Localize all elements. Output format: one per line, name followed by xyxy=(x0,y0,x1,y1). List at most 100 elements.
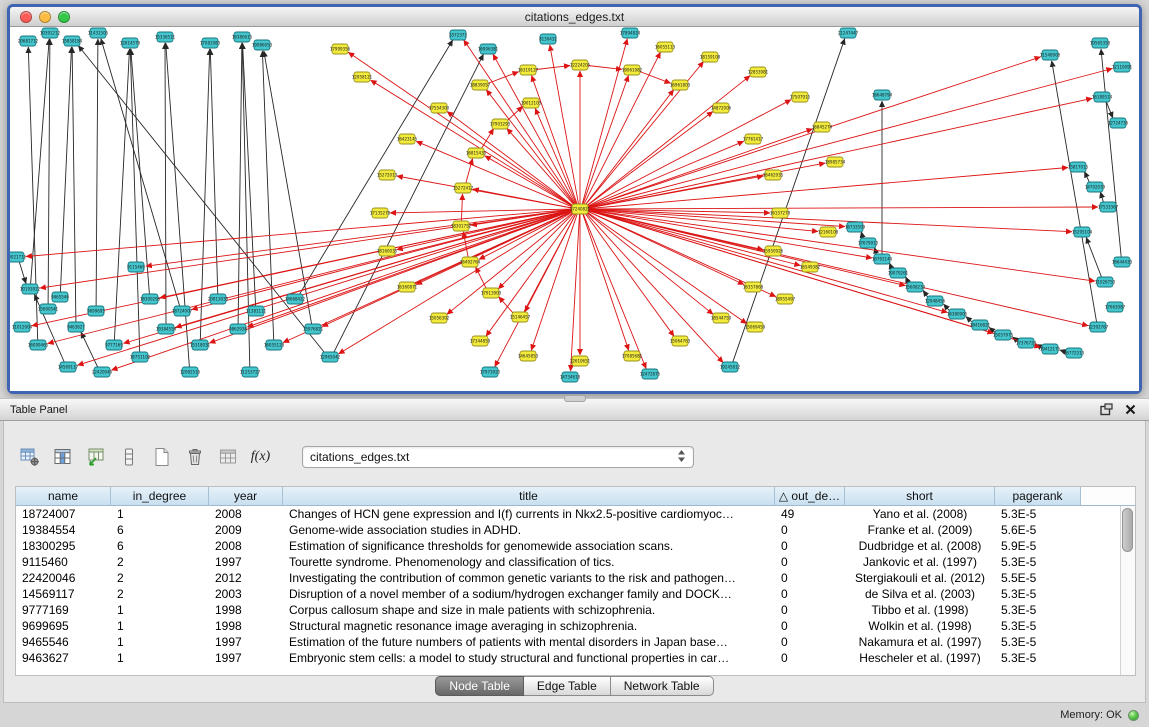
cell-title[interactable]: Tourette syndrome. Phenomenology and cla… xyxy=(283,554,775,570)
cell-title[interactable]: Investigating the contribution of common… xyxy=(283,570,775,586)
cell-short[interactable]: Yano et al. (2008) xyxy=(845,506,995,522)
graph-node[interactable]: 21247447 xyxy=(838,28,859,38)
column-header-year[interactable]: year xyxy=(209,487,283,506)
graph-node[interactable]: 15056302 xyxy=(429,313,450,323)
graph-node[interactable]: 18301752 xyxy=(451,221,472,231)
select-columns-button[interactable] xyxy=(49,445,76,470)
graph-node[interactable]: 18955497 xyxy=(775,294,796,304)
cell-name[interactable]: 9463627 xyxy=(16,650,111,666)
cell-out_degree[interactable]: 0 xyxy=(775,634,845,650)
cell-short[interactable]: Hescheler et al. (1997) xyxy=(845,650,995,666)
cell-year[interactable]: 1997 xyxy=(209,634,283,650)
function-builder-button[interactable]: f(x) xyxy=(247,445,274,470)
graph-node[interactable]: 19412175 xyxy=(1040,344,1061,354)
table-row[interactable]: 1456911722003Disruption of a novel membe… xyxy=(16,586,1135,602)
graph-node[interactable]: 12224205 xyxy=(570,60,591,70)
graph-node[interactable]: 17894824 xyxy=(620,28,641,38)
delete-table-button[interactable] xyxy=(181,445,208,470)
graph-node[interactable]: 11431505 xyxy=(88,28,109,38)
cell-short[interactable]: Stergiakouli et al. (2012) xyxy=(845,570,995,586)
table-vertical-scrollbar[interactable] xyxy=(1120,506,1135,675)
column-header-in_degree[interactable]: in_degree xyxy=(111,487,209,506)
cell-pagerank[interactable]: 5.3E-5 xyxy=(995,602,1081,618)
cell-year[interactable]: 1998 xyxy=(209,602,283,618)
graph-node[interactable]: 17679910 xyxy=(858,238,879,248)
graph-node[interactable]: 18839057 xyxy=(470,80,491,90)
graph-node[interactable]: 14872006 xyxy=(711,103,732,113)
table-row[interactable]: 1938455462009Genome-wide association stu… xyxy=(16,522,1135,538)
graph-node[interactable]: 12392767 xyxy=(1088,322,1109,332)
table-row[interactable]: 1830029562008Estimation of significance … xyxy=(16,538,1135,554)
cell-short[interactable]: de Silva et al. (2003) xyxy=(845,586,995,602)
table-row[interactable]: 946554611997Estimation of the future num… xyxy=(16,634,1135,650)
cell-in_degree[interactable]: 2 xyxy=(111,570,209,586)
cell-pagerank[interactable]: 5.6E-5 xyxy=(995,522,1081,538)
graph-node[interactable]: 16751102 xyxy=(130,352,151,362)
column-header-name[interactable]: name xyxy=(16,487,111,506)
cell-out_degree[interactable]: 0 xyxy=(775,650,845,666)
graph-node[interactable]: 12965042 xyxy=(320,352,341,362)
graph-node[interactable]: 15950926 xyxy=(763,246,784,256)
graph-node[interactable]: 12160108 xyxy=(818,227,839,237)
graph-node[interactable]: 16772313 xyxy=(1064,348,1085,358)
graph-node[interactable]: 9699695 xyxy=(87,306,105,316)
window-titlebar[interactable]: citations_edges.txt xyxy=(10,7,1139,27)
cell-name[interactable]: 14569117 xyxy=(16,586,111,602)
graph-node[interactable]: 16055128 xyxy=(264,340,285,350)
tab-network-table[interactable]: Network Table xyxy=(611,676,714,696)
graph-node[interactable]: 15146457 xyxy=(510,312,531,322)
graph-node[interactable]: 14668422 xyxy=(285,294,306,304)
cell-out_degree[interactable]: 0 xyxy=(775,538,845,554)
graph-node[interactable]: 12472876 xyxy=(640,369,661,379)
map-table-button[interactable] xyxy=(214,445,241,470)
graph-node[interactable]: 16157278 xyxy=(770,208,791,218)
cell-title[interactable]: Embryonic stem cells: a model to study s… xyxy=(283,650,775,666)
graph-node[interactable]: 17344859 xyxy=(470,336,491,346)
graph-node[interactable]: 12614578 xyxy=(120,38,141,48)
cell-out_degree[interactable]: 0 xyxy=(775,522,845,538)
table-settings-button[interactable] xyxy=(16,445,43,470)
graph-node[interactable]: 19012103 xyxy=(521,98,542,108)
scrollbar-thumb[interactable] xyxy=(1122,508,1133,552)
tab-node-table[interactable]: Node Table xyxy=(435,676,524,696)
graph-node[interactable]: 17135278 xyxy=(370,208,391,218)
graph-node[interactable]: 14734618 xyxy=(560,372,581,382)
graph-node[interactable]: 16055113 xyxy=(655,42,676,52)
minimize-window-button[interactable] xyxy=(39,11,51,23)
graph-node[interactable]: 17240821 xyxy=(570,204,591,214)
table-row[interactable]: 911546021997Tourette syndrome. Phenomeno… xyxy=(16,554,1135,570)
graph-node[interactable]: 11381111 xyxy=(246,306,267,316)
graph-node[interactable]: 16380615 xyxy=(232,32,253,42)
graph-node[interactable]: 12958121 xyxy=(352,72,373,82)
graph-node[interactable]: 9115460 xyxy=(127,262,145,272)
cell-year[interactable]: 2012 xyxy=(209,570,283,586)
graph-node[interactable]: 16961803 xyxy=(670,80,691,90)
cell-title[interactable]: Corpus callosum shape and size in male p… xyxy=(283,602,775,618)
graph-node[interactable]: 17999356 xyxy=(330,44,351,54)
graph-node[interactable]: 16791144 xyxy=(872,254,893,264)
cell-out_degree[interactable]: 0 xyxy=(775,586,845,602)
graph-node[interactable]: 18160035 xyxy=(377,246,398,256)
graph-node[interactable]: 20681712 xyxy=(18,36,39,46)
import-table-button[interactable] xyxy=(82,445,109,470)
graph-node[interactable]: 16319127 xyxy=(518,65,539,75)
graph-node[interactable]: 15057975 xyxy=(993,330,1014,340)
graph-node[interactable]: 17085681 xyxy=(622,351,643,361)
graph-node[interactable]: 16815435 xyxy=(466,148,487,158)
graph-node[interactable]: 17533367 xyxy=(1098,202,1119,212)
zoom-window-button[interactable] xyxy=(58,11,70,23)
column-header-short[interactable]: short xyxy=(845,487,995,506)
cell-pagerank[interactable]: 5.3E-5 xyxy=(995,634,1081,650)
cell-name[interactable]: 9465546 xyxy=(16,634,111,650)
create-table-button[interactable] xyxy=(148,445,175,470)
cell-year[interactable]: 1998 xyxy=(209,618,283,634)
cell-year[interactable]: 1997 xyxy=(209,554,283,570)
cell-name[interactable]: 18300295 xyxy=(16,538,111,554)
graph-node[interactable]: 19079261 xyxy=(888,268,909,278)
cell-in_degree[interactable]: 1 xyxy=(111,618,209,634)
graph-node[interactable]: 19245812 xyxy=(720,362,741,372)
graph-node[interactable]: 16906381 xyxy=(478,44,499,54)
close-window-button[interactable] xyxy=(20,11,32,23)
graph-node[interactable]: 16549382 xyxy=(800,262,821,272)
cell-in_degree[interactable]: 2 xyxy=(111,554,209,570)
